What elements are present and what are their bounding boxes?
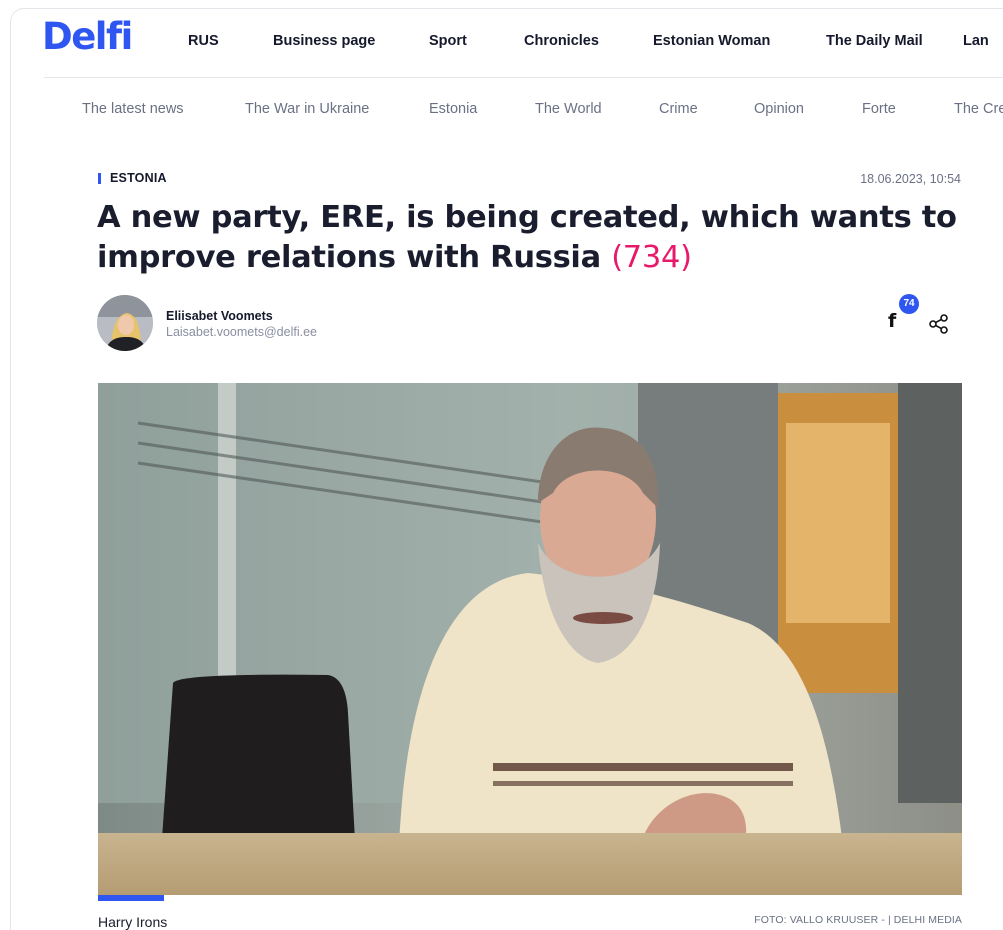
top-navigation: Delfi RUS Business page Sport Chronicles… [0, 0, 1003, 78]
author-email[interactable]: Laisabet.voomets@delfi.ee [166, 325, 317, 339]
section-the-cre[interactable]: The Cre [954, 102, 1003, 117]
section-estonia[interactable]: Estonia [429, 102, 477, 117]
nav-item-sport[interactable]: Sport [429, 34, 467, 49]
section-the-world[interactable]: The World [535, 102, 602, 117]
author-name[interactable]: Eliisabet Voomets [166, 309, 273, 323]
publish-date: 18.06.2023, 10:54 [860, 172, 961, 186]
facebook-icon: f [888, 310, 897, 332]
nav-divider [44, 77, 1003, 78]
nav-item-estonian-woman[interactable]: Estonian Woman [653, 34, 770, 49]
author-avatar[interactable] [97, 295, 153, 351]
share-icon [929, 314, 948, 334]
share-button[interactable] [928, 313, 950, 335]
comments-count[interactable]: (734) [611, 240, 692, 275]
nav-item-business-page[interactable]: Business page [273, 34, 375, 49]
category-marker [98, 172, 101, 184]
gallery-progress-bar [98, 895, 164, 901]
category-tag[interactable]: ESTONIA [98, 171, 167, 185]
facebook-share-button[interactable]: f [883, 310, 907, 336]
image-caption: Harry Irons [98, 914, 168, 930]
nav-item-daily-mail[interactable]: The Daily Mail [826, 34, 923, 49]
nav-item-rus[interactable]: RUS [188, 34, 219, 49]
category-label: ESTONIA [110, 171, 167, 185]
delfi-logo[interactable]: Delfi [42, 18, 133, 55]
nav-item-chronicles[interactable]: Chronicles [524, 34, 599, 49]
section-forte[interactable]: Forte [862, 102, 896, 117]
nav-item-lan[interactable]: Lan [963, 34, 989, 49]
article-headline: A new party, ERE, is being created, whic… [97, 198, 977, 278]
section-latest-news[interactable]: The latest news [82, 102, 184, 117]
image-credit: FOTO: VALLO KRUUSER - | DELHI MEDIA [754, 914, 962, 926]
section-war-in-ukraine[interactable]: The War in Ukraine [245, 102, 369, 117]
article-hero-image[interactable] [98, 383, 962, 895]
section-crime[interactable]: Crime [659, 102, 698, 117]
section-opinion[interactable]: Opinion [754, 102, 804, 117]
facebook-share-count: 74 [899, 294, 919, 314]
headline-text: A new party, ERE, is being created, whic… [97, 200, 957, 275]
